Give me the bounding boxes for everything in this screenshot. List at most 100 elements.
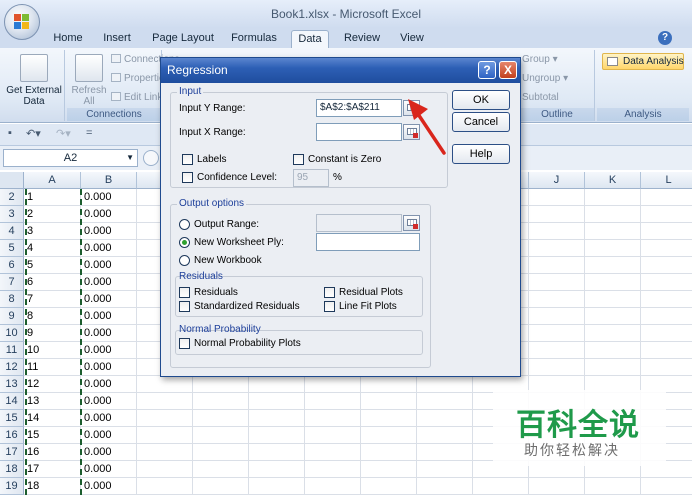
ungroup-label: Ungroup	[522, 73, 561, 84]
column-header[interactable]: J	[529, 172, 585, 189]
help-icon[interactable]: ?	[658, 31, 672, 45]
cell-b[interactable]: 0.000	[81, 189, 137, 206]
cell-b[interactable]: 0.000	[81, 444, 137, 461]
row-header[interactable]: 17	[0, 444, 24, 461]
new-workbook-radio[interactable]	[179, 255, 190, 266]
tab-view[interactable]: View	[393, 30, 431, 48]
column-header[interactable]: B	[81, 172, 137, 189]
cell-b[interactable]: 0.000	[81, 223, 137, 240]
output-range-radio[interactable]	[179, 219, 190, 230]
row-header[interactable]: 12	[0, 359, 24, 376]
cell-b[interactable]: 0.000	[81, 325, 137, 342]
row-header[interactable]: 3	[0, 206, 24, 223]
tab-insert[interactable]: Insert	[95, 30, 139, 48]
watermark: 百科全说 助你轻松解决	[493, 390, 666, 466]
column-header[interactable]: A	[24, 172, 81, 189]
analysis-group-label: Analysis	[597, 108, 689, 121]
residual-plots-checkbox[interactable]	[324, 287, 335, 298]
row-header[interactable]: 11	[0, 342, 24, 359]
name-box[interactable]: A2 ▼	[3, 149, 138, 167]
row-header[interactable]: 7	[0, 274, 24, 291]
input-x-range-field[interactable]	[316, 123, 402, 141]
output-range-field[interactable]	[316, 214, 402, 232]
row-header[interactable]: 15	[0, 410, 24, 427]
refresh-all-button[interactable]: Refresh All	[69, 54, 109, 107]
cell-b[interactable]: 0.000	[81, 461, 137, 478]
get-external-data-button[interactable]: Get External Data	[4, 54, 64, 107]
row-header[interactable]: 6	[0, 257, 24, 274]
help-button[interactable]: Help	[452, 144, 510, 164]
data-analysis-label: Data Analysis	[623, 56, 684, 67]
ribbon-group-external-data: Get External Data	[3, 50, 65, 121]
connections-group-label: Connections	[67, 108, 161, 121]
labels-checkbox[interactable]	[182, 154, 193, 165]
row-header[interactable]: 19	[0, 478, 24, 495]
column-header[interactable]: L	[641, 172, 692, 189]
save-icon[interactable]: ▪	[8, 127, 12, 139]
ungroup-button[interactable]: Ungroup ▾	[522, 73, 568, 84]
dialog-close-button[interactable]: X	[499, 61, 517, 79]
tab-review[interactable]: Review	[338, 30, 386, 48]
office-button[interactable]	[4, 4, 40, 40]
subtotal-button[interactable]: Subtotal	[522, 92, 559, 103]
chevron-down-icon[interactable]: ▼	[126, 150, 134, 166]
confidence-level-checkbox[interactable]	[182, 172, 193, 183]
tab-data[interactable]: Data	[291, 30, 329, 48]
cell-b[interactable]: 0.000	[81, 359, 137, 376]
tab-home[interactable]: Home	[47, 30, 89, 48]
group-button[interactable]: Group ▾	[522, 54, 558, 65]
residuals-legend: Residuals	[179, 271, 223, 282]
data-analysis-button[interactable]: Data Analysis	[602, 53, 684, 70]
normal-probability-plots-checkbox[interactable]	[179, 338, 190, 349]
edit-links-button[interactable]: Edit Links	[111, 92, 167, 103]
standardized-residuals-label: Standardized Residuals	[194, 301, 300, 312]
copy-marquee	[25, 189, 82, 495]
select-all-corner[interactable]	[0, 172, 24, 189]
dialog-help-button[interactable]: ?	[478, 61, 496, 79]
residuals-checkbox[interactable]	[179, 287, 190, 298]
row-header[interactable]: 5	[0, 240, 24, 257]
cancel-button[interactable]: Cancel	[452, 112, 510, 132]
cell-b[interactable]: 0.000	[81, 240, 137, 257]
standardized-residuals-checkbox[interactable]	[179, 301, 190, 312]
row-header[interactable]: 9	[0, 308, 24, 325]
line-fit-plots-checkbox[interactable]	[324, 301, 335, 312]
row-header[interactable]: 8	[0, 291, 24, 308]
undo-icon[interactable]: ↶▾	[26, 127, 41, 140]
cell-b[interactable]: 0.000	[81, 291, 137, 308]
new-worksheet-radio[interactable]	[179, 237, 190, 248]
row-header[interactable]: 13	[0, 376, 24, 393]
new-worksheet-field[interactable]	[316, 233, 420, 251]
tab-formulas[interactable]: Formulas	[226, 30, 282, 48]
cell-b[interactable]: 0.000	[81, 427, 137, 444]
cell-b[interactable]: 0.000	[81, 206, 137, 223]
output-range-collapse-button[interactable]	[403, 215, 420, 231]
row-header[interactable]: 18	[0, 461, 24, 478]
cell-b[interactable]: 0.000	[81, 410, 137, 427]
formula-expand-icon[interactable]	[143, 150, 159, 166]
cell-b[interactable]: 0.000	[81, 308, 137, 325]
title-bar: Book1.xlsx - Microsoft Excel	[0, 0, 692, 28]
row-header[interactable]: 16	[0, 427, 24, 444]
customize-qat-icon[interactable]: =	[86, 127, 92, 139]
cell-b[interactable]: 0.000	[81, 376, 137, 393]
redo-icon[interactable]: ↷▾	[56, 127, 71, 140]
constant-zero-checkbox[interactable]	[293, 154, 304, 165]
row-header[interactable]: 4	[0, 223, 24, 240]
cell-b[interactable]: 0.000	[81, 274, 137, 291]
tab-page-layout[interactable]: Page Layout	[148, 30, 218, 48]
cell-b[interactable]: 0.000	[81, 393, 137, 410]
row-header[interactable]: 2	[0, 189, 24, 206]
cell-b[interactable]: 0.000	[81, 478, 137, 495]
row-header[interactable]: 10	[0, 325, 24, 342]
ribbon-tabs: Home Insert Page Layout Formulas Data Re…	[0, 28, 692, 48]
row-header[interactable]: 14	[0, 393, 24, 410]
cell-b[interactable]: 0.000	[81, 342, 137, 359]
input-y-range-field[interactable]: $A$2:$A$211	[316, 99, 402, 117]
ok-button[interactable]: OK	[452, 90, 510, 110]
confidence-level-field[interactable]: 95	[293, 169, 329, 187]
residuals-label: Residuals	[194, 287, 238, 298]
cell-b[interactable]: 0.000	[81, 257, 137, 274]
column-header[interactable]: K	[585, 172, 641, 189]
watermark-subtitle: 助你轻松解决	[524, 442, 620, 458]
